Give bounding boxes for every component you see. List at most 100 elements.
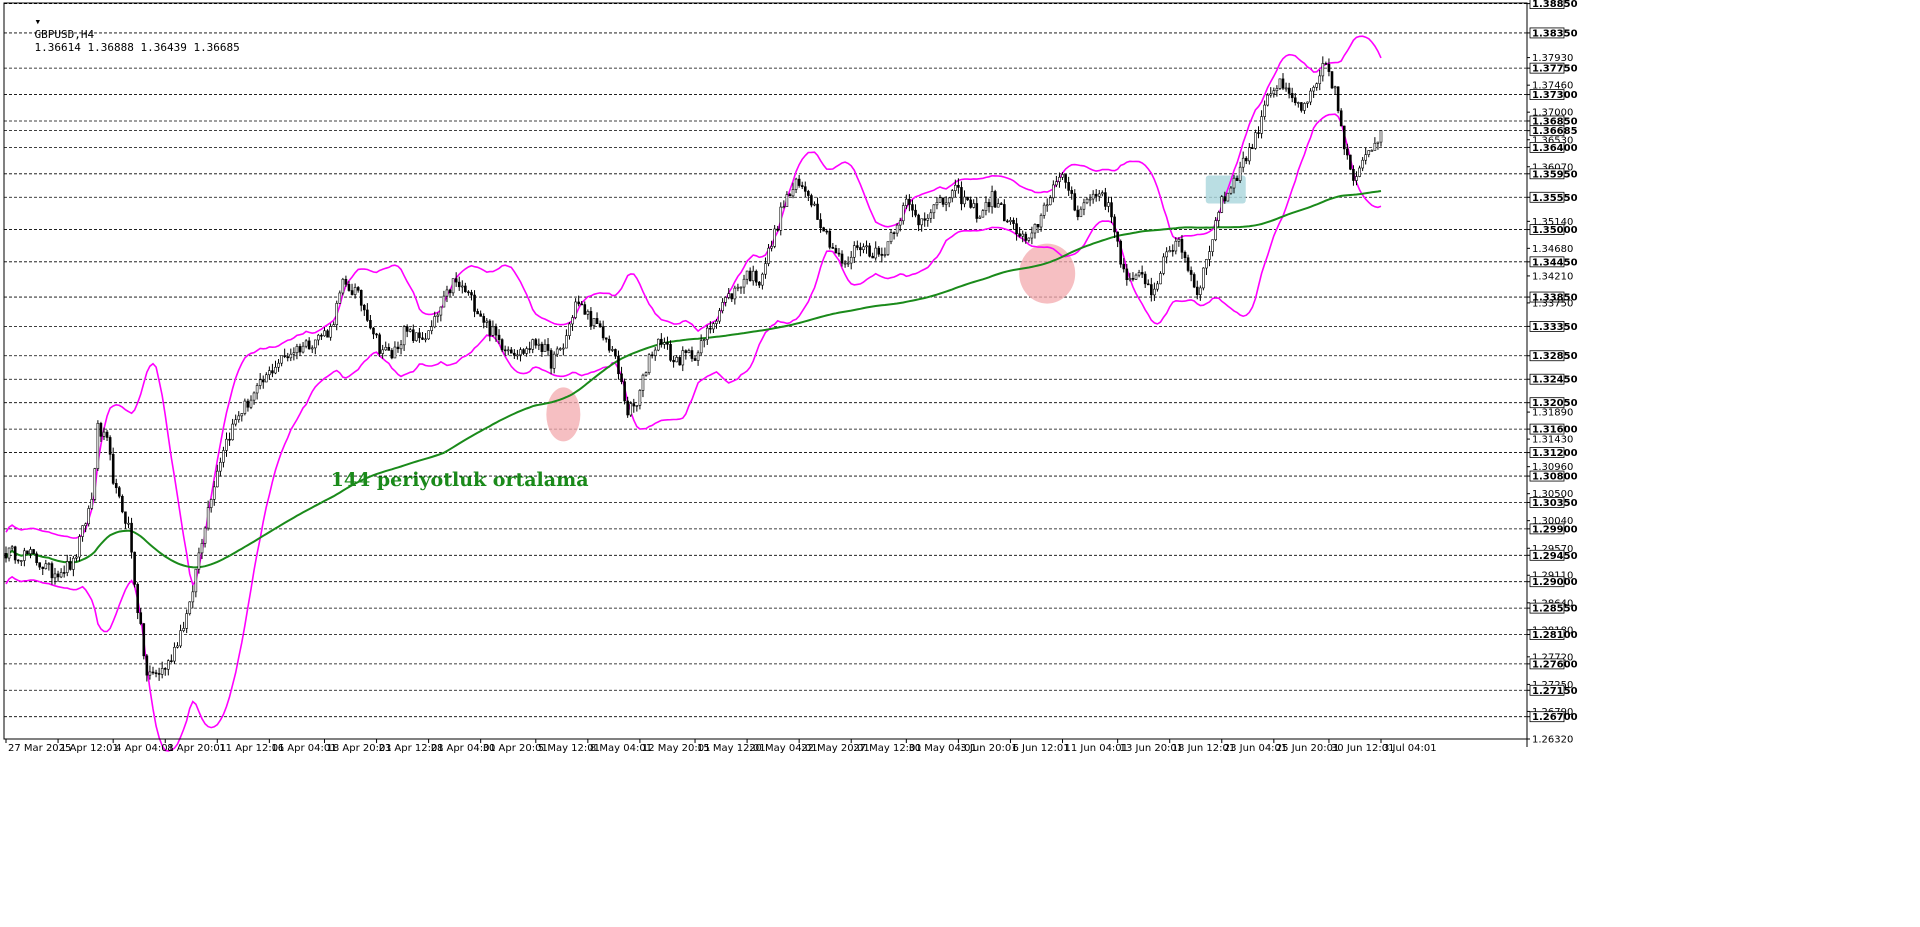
candle[interactable] [996, 198, 1000, 208]
candle[interactable] [50, 561, 54, 585]
candle[interactable] [831, 242, 835, 249]
candle[interactable] [1036, 224, 1040, 233]
candle[interactable] [163, 667, 167, 676]
candle[interactable] [500, 338, 504, 353]
candle[interactable] [408, 327, 412, 333]
candle[interactable] [157, 667, 161, 681]
candle[interactable] [758, 281, 761, 289]
candle[interactable] [702, 338, 706, 348]
candle[interactable] [105, 429, 109, 442]
candle[interactable] [7, 547, 11, 562]
candle[interactable] [1048, 195, 1052, 206]
candle[interactable] [338, 290, 342, 304]
candle[interactable] [62, 565, 66, 578]
candle[interactable] [258, 373, 262, 390]
candle[interactable] [20, 559, 23, 566]
candle[interactable] [1349, 154, 1352, 171]
candle[interactable] [108, 435, 112, 461]
candle[interactable] [773, 225, 776, 249]
candle[interactable] [1309, 88, 1312, 106]
candle[interactable] [4, 546, 8, 563]
candle[interactable] [614, 348, 617, 359]
candle[interactable] [1263, 100, 1266, 120]
candle[interactable] [540, 341, 544, 357]
candle[interactable] [206, 500, 210, 531]
candle[interactable] [1107, 196, 1110, 213]
candle[interactable] [366, 303, 369, 322]
candle[interactable] [277, 359, 280, 372]
candle[interactable] [90, 492, 94, 510]
candle[interactable] [1165, 247, 1168, 264]
candle[interactable] [1085, 197, 1089, 205]
candle[interactable] [929, 209, 933, 223]
candle[interactable] [1168, 245, 1171, 253]
candle[interactable] [822, 226, 825, 232]
candle[interactable] [1287, 82, 1291, 99]
candle[interactable] [537, 338, 541, 351]
candle[interactable] [243, 398, 247, 416]
candle[interactable] [188, 601, 192, 616]
candle[interactable] [1257, 126, 1260, 139]
candle[interactable] [528, 341, 531, 354]
candle[interactable] [1189, 266, 1193, 282]
candle[interactable] [562, 343, 565, 356]
candle[interactable] [990, 185, 994, 214]
candle[interactable] [255, 383, 259, 400]
candle[interactable] [604, 337, 608, 343]
candle[interactable] [1324, 61, 1328, 65]
candle[interactable] [332, 321, 335, 327]
candle[interactable] [151, 666, 155, 675]
candle[interactable] [93, 467, 97, 502]
candle[interactable] [457, 276, 461, 291]
candle[interactable] [868, 242, 871, 258]
candle[interactable] [1278, 78, 1282, 90]
candle[interactable] [396, 341, 400, 353]
candle[interactable] [1153, 282, 1156, 301]
candle[interactable] [225, 432, 228, 457]
candle[interactable] [598, 320, 602, 328]
candle[interactable] [359, 289, 363, 312]
candle[interactable] [369, 315, 372, 330]
candle[interactable] [87, 505, 90, 527]
candle[interactable] [1104, 187, 1107, 211]
candle[interactable] [1376, 141, 1380, 150]
candle[interactable] [283, 348, 286, 359]
candle[interactable] [1052, 180, 1055, 203]
candle[interactable] [849, 251, 853, 270]
candle[interactable] [430, 320, 433, 335]
candle[interactable] [418, 327, 421, 343]
candle[interactable] [874, 241, 878, 261]
candle[interactable] [124, 511, 127, 529]
candle[interactable] [121, 494, 124, 514]
candle[interactable] [751, 265, 755, 286]
candle[interactable] [531, 338, 535, 354]
candle[interactable] [142, 622, 146, 660]
candle[interactable] [810, 193, 813, 208]
candle[interactable] [534, 338, 538, 349]
candle[interactable] [1373, 137, 1377, 151]
candle[interactable] [1217, 210, 1220, 228]
candle[interactable] [488, 319, 492, 342]
candle[interactable] [932, 204, 936, 219]
candle[interactable] [470, 289, 473, 301]
candle[interactable] [586, 309, 590, 320]
candle[interactable] [871, 252, 874, 259]
candle[interactable] [114, 478, 118, 494]
candle[interactable] [1208, 245, 1211, 267]
candle[interactable] [568, 322, 571, 340]
candle[interactable] [764, 257, 767, 279]
candle[interactable] [669, 340, 672, 362]
candle[interactable] [476, 308, 479, 315]
candle[interactable] [684, 349, 688, 360]
candle[interactable] [1336, 86, 1340, 114]
candle[interactable] [1012, 217, 1015, 230]
candle[interactable] [1330, 71, 1334, 90]
candle[interactable] [173, 642, 176, 664]
candle[interactable] [203, 526, 207, 548]
candle[interactable] [240, 413, 244, 422]
candle[interactable] [558, 347, 562, 351]
candle[interactable] [439, 306, 443, 322]
candle[interactable] [234, 414, 237, 427]
candle[interactable] [16, 559, 20, 564]
candle[interactable] [1205, 258, 1208, 276]
